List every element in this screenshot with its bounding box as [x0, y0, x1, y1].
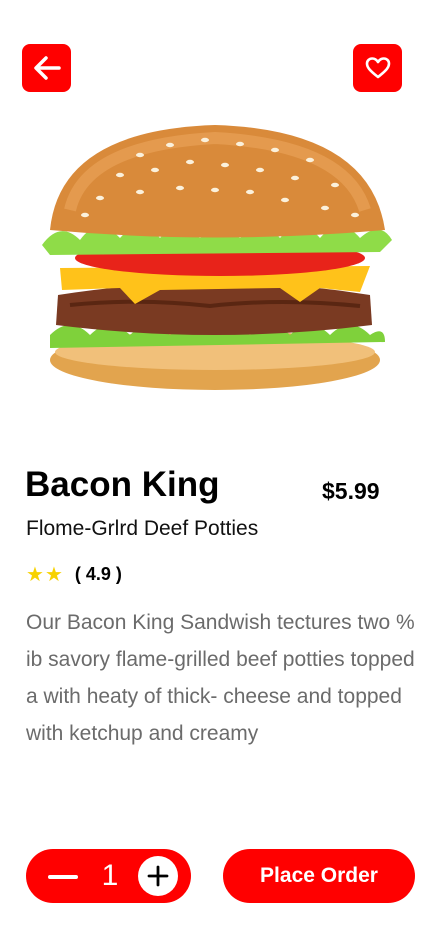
- rating-stars: ★ ★: [26, 565, 63, 585]
- star-icon: ★: [26, 563, 44, 586]
- product-description: Our Bacon King Sandwish tectures two % i…: [26, 611, 415, 745]
- product-title: Bacon King: [25, 465, 220, 504]
- favorite-button[interactable]: [353, 44, 402, 92]
- arrow-left-icon: [33, 56, 61, 80]
- place-order-button[interactable]: Place Order: [223, 849, 415, 903]
- heart-icon: [365, 57, 390, 79]
- quantity-value: 1: [101, 859, 119, 892]
- back-button[interactable]: [22, 44, 71, 92]
- increase-button[interactable]: [138, 856, 178, 896]
- quantity-stepper: 1: [26, 849, 191, 903]
- star-icon: ★: [44, 563, 63, 586]
- rating-value: ( 4.9 ): [74, 564, 122, 584]
- product-price: $5.99: [322, 478, 380, 504]
- burger-image: [42, 125, 392, 390]
- rating-row: ★ ★ ( 4.9 ): [26, 564, 122, 585]
- plus-icon: [147, 865, 169, 887]
- product-subtitle: Flome-Grlrd Deef Potties: [26, 517, 259, 540]
- minus-icon[interactable]: [48, 875, 78, 879]
